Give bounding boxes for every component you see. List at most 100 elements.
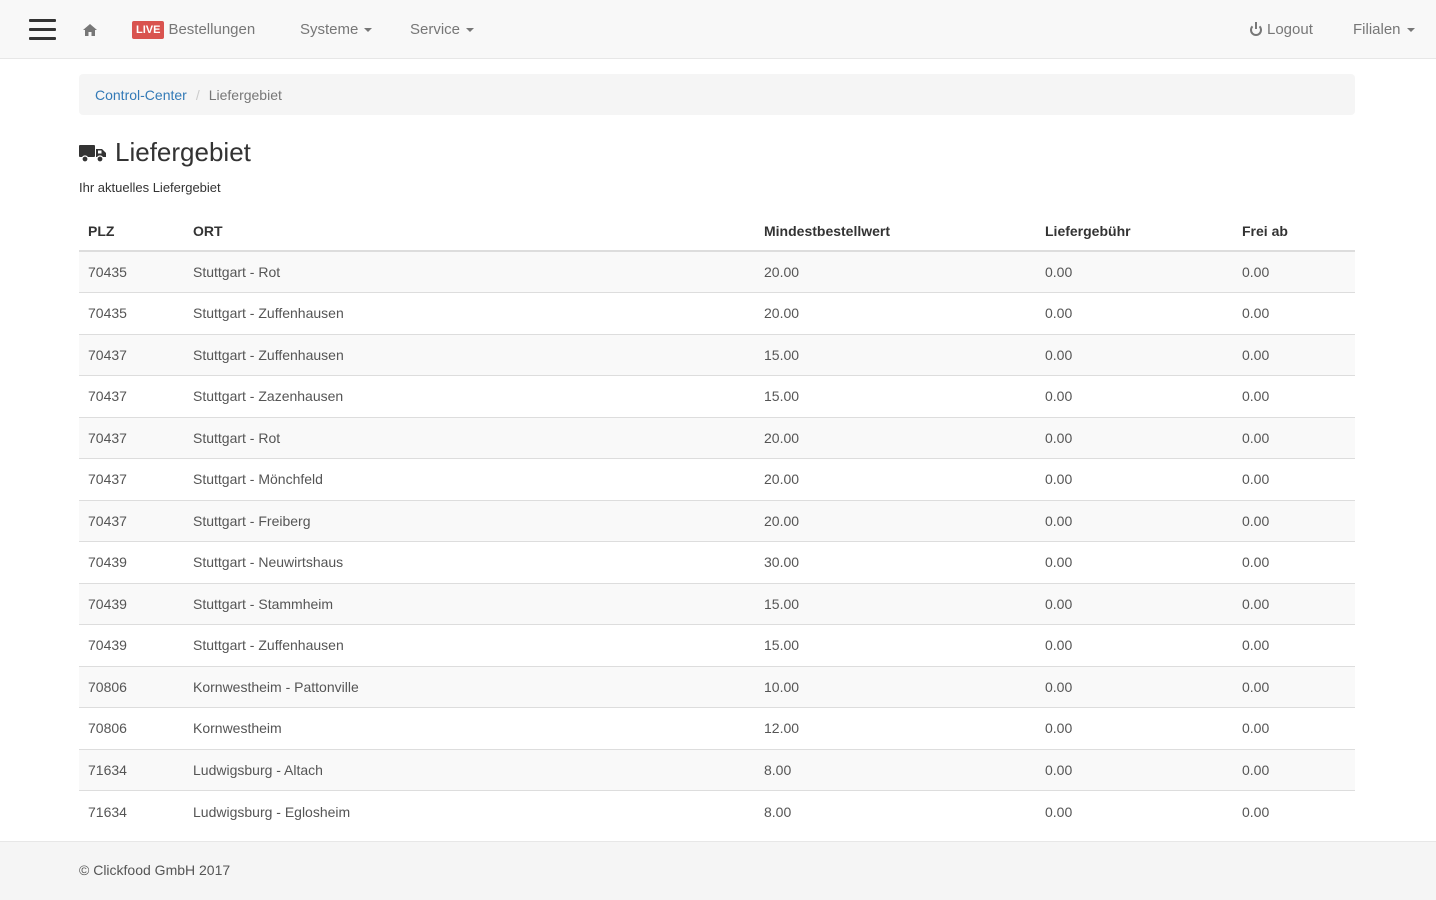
nav-bestellungen-label: Bestellungen xyxy=(168,21,256,38)
breadcrumb-control-center[interactable]: Control-Center xyxy=(95,87,187,103)
cell-liefergebuehr: 0.00 xyxy=(1036,665,1233,708)
nav-filialen-dropdown[interactable]: Filialen xyxy=(1353,0,1415,59)
truck-icon xyxy=(79,144,106,163)
cell-mindestbestellwert: 8.00 xyxy=(755,748,1036,791)
cell-liefergebuehr: 0.00 xyxy=(1036,292,1233,334)
cell-frei-ab: 0.00 xyxy=(1233,458,1355,500)
cell-mindestbestellwert: 30.00 xyxy=(755,541,1036,583)
table-body: 70435 Stuttgart - Rot 20.00 0.00 0.00 70435 St… xyxy=(79,250,1355,832)
column-header-frei-ab: Frei ab xyxy=(1233,212,1355,252)
table-row: 70437 Stuttgart - Rot 20.00 0.00 0.00 xyxy=(79,416,1355,459)
cell-liefergebuehr: 0.00 xyxy=(1036,707,1233,749)
cell-mindestbestellwert: 8.00 xyxy=(755,790,1036,832)
nav-filialen-label: Filialen xyxy=(1353,21,1401,38)
cell-liefergebuehr: 0.00 xyxy=(1036,582,1233,625)
cell-plz: 70437 xyxy=(79,333,184,376)
cell-plz: 70435 xyxy=(79,292,184,334)
cell-liefergebuehr: 0.00 xyxy=(1036,333,1233,376)
nav-service-dropdown[interactable]: Service xyxy=(410,0,475,59)
cell-mindestbestellwert: 20.00 xyxy=(755,499,1036,542)
column-header-mindestbestellwert: Mindestbestellwert xyxy=(755,212,1036,252)
caret-down-icon xyxy=(466,27,475,32)
cell-frei-ab: 0.00 xyxy=(1233,541,1355,583)
table-row: 71634 Ludwigsburg - Altach 8.00 0.00 0.00 xyxy=(79,748,1355,791)
cell-frei-ab: 0.00 xyxy=(1233,707,1355,749)
cell-plz: 71634 xyxy=(79,790,184,832)
cell-frei-ab: 0.00 xyxy=(1233,292,1355,334)
column-header-ort: ORT xyxy=(184,212,755,252)
cell-plz: 70439 xyxy=(79,624,184,666)
cell-mindestbestellwert: 15.00 xyxy=(755,624,1036,666)
cell-mindestbestellwert: 10.00 xyxy=(755,665,1036,708)
cell-frei-ab: 0.00 xyxy=(1233,499,1355,542)
cell-plz: 70439 xyxy=(79,541,184,583)
cell-plz: 70806 xyxy=(79,665,184,708)
nav-systeme-label: Systeme xyxy=(300,21,359,38)
table-row: 70435 Stuttgart - Rot 20.00 0.00 0.00 xyxy=(79,250,1355,293)
page-title: Liefergebiet xyxy=(79,137,251,168)
breadcrumb-current: Liefergebiet xyxy=(208,86,282,103)
cell-liefergebuehr: 0.00 xyxy=(1036,624,1233,666)
cell-ort: Stuttgart - Zazenhausen xyxy=(184,375,755,417)
cell-frei-ab: 0.00 xyxy=(1233,416,1355,459)
nav-systeme-dropdown[interactable]: Systeme xyxy=(300,0,373,59)
hamburger-icon[interactable] xyxy=(28,0,56,59)
nav-bestellungen[interactable]: LIVE Bestellungen xyxy=(132,0,255,59)
delivery-area-table: PLZ ORT Mindestbestellwert Liefergebühr … xyxy=(79,212,1355,832)
cell-frei-ab: 0.00 xyxy=(1233,790,1355,832)
cell-mindestbestellwert: 12.00 xyxy=(755,707,1036,749)
cell-frei-ab: 0.00 xyxy=(1233,748,1355,791)
table-row: 70437 Stuttgart - Zazenhausen 15.00 0.00 0.0… xyxy=(79,375,1355,417)
cell-plz: 70435 xyxy=(79,250,184,293)
footer-copyright: © Clickfood GmbH 2017 xyxy=(79,862,231,878)
home-icon[interactable] xyxy=(82,0,98,59)
cell-frei-ab: 0.00 xyxy=(1233,624,1355,666)
table-row: 70439 Stuttgart - Stammheim 15.00 0.00 0.00 xyxy=(79,582,1355,625)
cell-ort: Stuttgart - Mönchfeld xyxy=(184,458,755,500)
table-row: 71634 Ludwigsburg - Eglosheim 8.00 0.00 0.00 xyxy=(79,790,1355,832)
breadcrumb-separator: / xyxy=(195,86,200,103)
column-header-liefergebuehr: Liefergebühr xyxy=(1036,212,1233,252)
cell-mindestbestellwert: 15.00 xyxy=(755,375,1036,417)
cell-plz: 70437 xyxy=(79,375,184,417)
cell-mindestbestellwert: 20.00 xyxy=(755,416,1036,459)
table-row: 70437 Stuttgart - Mönchfeld 20.00 0.00 0.00 xyxy=(79,458,1355,500)
cell-plz: 70806 xyxy=(79,707,184,749)
power-icon xyxy=(1250,21,1262,36)
cell-liefergebuehr: 0.00 xyxy=(1036,748,1233,791)
caret-down-icon xyxy=(364,27,373,32)
cell-plz: 70437 xyxy=(79,458,184,500)
cell-liefergebuehr: 0.00 xyxy=(1036,499,1233,542)
table-header-row: PLZ ORT Mindestbestellwert Liefergebühr … xyxy=(79,212,1355,252)
caret-down-icon xyxy=(1406,27,1415,32)
cell-liefergebuehr: 0.00 xyxy=(1036,458,1233,500)
cell-liefergebuehr: 0.00 xyxy=(1036,790,1233,832)
table-row: 70806 Kornwestheim - Pattonville 10.00 0.00… xyxy=(79,665,1355,708)
cell-mindestbestellwert: 20.00 xyxy=(755,250,1036,293)
table-row: 70435 Stuttgart - Zuffenhausen 20.00 0.00 0.… xyxy=(79,292,1355,334)
cell-ort: Kornwestheim - Pattonville xyxy=(184,665,755,708)
cell-plz: 70439 xyxy=(79,582,184,625)
cell-ort: Kornwestheim xyxy=(184,707,755,749)
cell-ort: Stuttgart - Zuffenhausen xyxy=(184,292,755,334)
nav-service-label: Service xyxy=(410,21,461,38)
cell-liefergebuehr: 0.00 xyxy=(1036,416,1233,459)
footer: © Clickfood GmbH 2017 xyxy=(0,841,1436,900)
cell-ort: Stuttgart - Rot xyxy=(184,250,755,293)
cell-ort: Ludwigsburg - Eglosheim xyxy=(184,790,755,832)
cell-liefergebuehr: 0.00 xyxy=(1036,541,1233,583)
cell-ort: Ludwigsburg - Altach xyxy=(184,748,755,791)
logout-label: Logout xyxy=(1267,21,1313,38)
cell-ort: Stuttgart - Freiberg xyxy=(184,499,755,542)
cell-frei-ab: 0.00 xyxy=(1233,333,1355,376)
breadcrumb: Control-Center / Liefergebiet xyxy=(79,74,1355,115)
top-navbar: LIVE Bestellungen Systeme Service Logout… xyxy=(0,0,1436,59)
cell-mindestbestellwert: 15.00 xyxy=(755,582,1036,625)
page-title-text: Liefergebiet xyxy=(115,137,251,167)
logout-link[interactable]: Logout xyxy=(1250,0,1313,59)
cell-liefergebuehr: 0.00 xyxy=(1036,250,1233,293)
cell-plz: 71634 xyxy=(79,748,184,791)
cell-liefergebuehr: 0.00 xyxy=(1036,375,1233,417)
table-row: 70806 Kornwestheim 12.00 0.00 0.00 xyxy=(79,707,1355,749)
cell-frei-ab: 0.00 xyxy=(1233,250,1355,293)
